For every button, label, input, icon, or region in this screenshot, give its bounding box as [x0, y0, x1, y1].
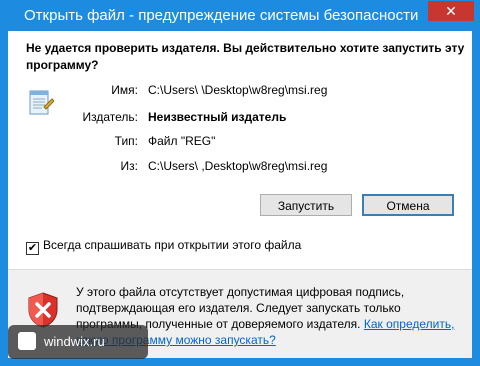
name-label: Имя:: [111, 83, 138, 97]
publisher-label: Издатель:: [82, 110, 139, 124]
notepad-file-icon: [29, 90, 54, 115]
close-button[interactable]: ✕: [428, 1, 474, 21]
always-ask-label: Всегда спрашивать при открытии этого фай…: [43, 238, 302, 252]
watermark: windwix.ru: [8, 325, 148, 359]
type-value: Файл "REG": [148, 134, 216, 148]
publisher-value: Неизвестный издатель: [148, 110, 287, 124]
shield-error-icon: [28, 292, 58, 328]
watermark-logo-icon: [18, 332, 36, 350]
from-label: Из:: [120, 159, 138, 173]
details-panel: Не удается проверить издателя. Вы действ…: [8, 31, 472, 269]
window-title: Открыть файл - предупреждение системы бе…: [24, 7, 419, 24]
watermark-text: windwix.ru: [44, 334, 105, 349]
from-value: C:\Users\ ,Desktop\w8reg\msi.reg: [148, 159, 328, 173]
dialog-body: Не удается проверить издателя. Вы действ…: [8, 31, 472, 358]
cancel-button[interactable]: Отмена: [362, 194, 454, 216]
always-ask-checkbox[interactable]: ✔: [26, 242, 39, 255]
name-value: C:\Users\ \Desktop\w8reg\msi.reg: [148, 83, 328, 97]
security-warning-dialog: Открыть файл - предупреждение системы бе…: [0, 0, 480, 366]
question-text: Не удается проверить издателя. Вы действ…: [26, 41, 465, 72]
type-label: Тип:: [114, 134, 138, 148]
always-ask-option[interactable]: ✔ Всегда спрашивать при открытии этого фа…: [26, 238, 301, 255]
run-button[interactable]: Запустить: [260, 194, 352, 216]
title-bar[interactable]: Открыть файл - предупреждение системы бе…: [0, 0, 480, 32]
